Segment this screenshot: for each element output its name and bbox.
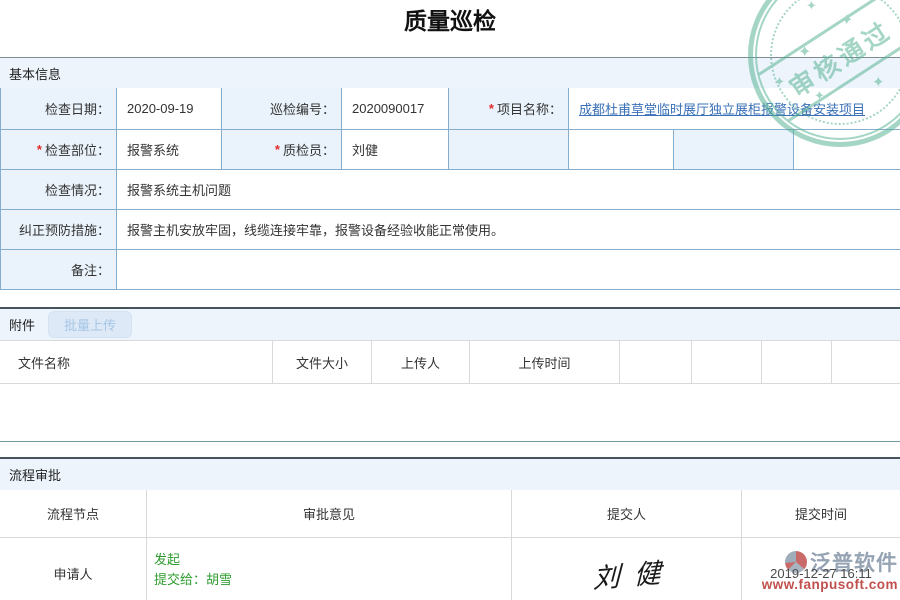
attachments-col-uploader: 上传人	[372, 341, 470, 384]
attachments-col-empty	[832, 341, 900, 384]
attachments-col-filename: 文件名称	[0, 341, 273, 384]
empty-label-cell	[674, 130, 794, 170]
measures-label: 纠正预防措施：	[19, 220, 110, 239]
project-name-label-cell: * 项目名称：	[449, 88, 569, 130]
remark-value-cell	[117, 250, 900, 290]
basic-info-table: 检查日期： 2020-09-19 巡检编号： 2020090017 * 项目名称…	[0, 88, 900, 290]
approval-col-submitter: 提交人	[512, 490, 742, 538]
measures-label-cell: 纠正预防措施：	[1, 210, 117, 250]
required-mark: *	[489, 101, 494, 116]
project-name-label: 项目名称：	[497, 99, 562, 118]
check-date-value: 2020-09-19	[127, 101, 194, 116]
title-bar: 质量巡检	[0, 0, 900, 57]
approval-submitter-cell: 刘健	[512, 538, 742, 600]
attachments-col-upload-time: 上传时间	[470, 341, 620, 384]
patrol-no-label-cell: 巡检编号：	[222, 88, 342, 130]
project-name-link[interactable]: 成都杜甫草堂临时展厅独立展柜报警设备安装项目	[579, 99, 865, 118]
check-date-value-cell: 2020-09-19	[117, 88, 222, 130]
check-date-label: 检查日期：	[45, 99, 110, 118]
attachments-col-empty	[762, 341, 832, 384]
attachments-col-filesize: 文件大小	[273, 341, 372, 384]
attachments-table-header: 文件名称 文件大小 上传人 上传时间	[0, 340, 900, 384]
empty-value-cell	[794, 130, 900, 170]
submit-time: 2019-12-27 16:11	[770, 566, 872, 581]
check-part-value: 报警系统	[127, 140, 179, 159]
approval-table: 流程节点 审批意见 提交人 提交时间 申请人 发起 提交给：胡雪 刘健 2019…	[0, 490, 900, 600]
check-part-label: 检查部位：	[45, 140, 110, 159]
approval-col-opinion: 审批意见	[147, 490, 512, 538]
required-mark: *	[37, 142, 42, 157]
approval-node: 申请人	[53, 564, 92, 583]
approval-col-node: 流程节点	[0, 490, 147, 538]
check-part-value-cell: 报警系统	[117, 130, 222, 170]
required-mark: *	[275, 142, 280, 157]
patrol-no-value: 2020090017	[352, 101, 424, 116]
approval-section-header: 流程审批	[0, 457, 900, 490]
empty-value-cell	[569, 130, 674, 170]
project-name-value-cell: 成都杜甫草堂临时展厅独立展柜报警设备安装项目	[569, 88, 900, 130]
spacer	[0, 442, 900, 457]
attachments-section-title: 附件	[9, 315, 35, 334]
patrol-no-value-cell: 2020090017	[342, 88, 449, 130]
submitter-signature: 刘健	[578, 549, 674, 597]
approval-opinion-action: 发起	[154, 550, 180, 570]
attachments-col-empty	[692, 341, 762, 384]
approval-col-submit-time: 提交时间	[742, 490, 900, 538]
situation-value-cell: 报警系统主机问题	[117, 170, 900, 210]
check-date-label-cell: 检查日期：	[1, 88, 117, 130]
remark-label-cell: 备注：	[1, 250, 117, 290]
situation-label: 检查情况：	[45, 180, 110, 199]
inspector-value-cell: 刘健	[342, 130, 449, 170]
attachments-empty-body	[0, 384, 900, 442]
measures-value: 报警主机安放牢固，线缆连接牢靠，报警设备经验收能正常使用。	[127, 220, 504, 239]
inspector-label-cell: * 质检员：	[222, 130, 342, 170]
inspector-value: 刘健	[352, 140, 378, 159]
page-title: 质量巡检	[404, 0, 496, 57]
approval-opinion-submit-to: 提交给：胡雪	[154, 570, 232, 590]
remark-label: 备注：	[71, 260, 110, 279]
patrol-no-label: 巡检编号：	[270, 99, 335, 118]
measures-value-cell: 报警主机安放牢固，线缆连接牢靠，报警设备经验收能正常使用。	[117, 210, 900, 250]
inspector-label: 质检员：	[283, 140, 335, 159]
approval-section-title: 流程审批	[9, 465, 61, 484]
approval-submit-time-cell: 2019-12-27 16:11	[742, 538, 900, 600]
attachments-section-header: 附件 批量上传	[0, 307, 900, 340]
situation-label-cell: 检查情况：	[1, 170, 117, 210]
empty-label-cell	[449, 130, 569, 170]
basic-info-section-title: 基本信息	[9, 64, 61, 83]
approval-opinion-cell: 发起 提交给：胡雪	[147, 538, 512, 600]
check-part-label-cell: * 检查部位：	[1, 130, 117, 170]
basic-info-section-header: 基本信息	[0, 57, 900, 88]
approval-node-cell: 申请人	[0, 538, 147, 600]
spacer	[0, 290, 900, 307]
attachments-col-empty	[620, 341, 692, 384]
situation-value: 报警系统主机问题	[127, 180, 231, 199]
batch-upload-button[interactable]: 批量上传	[48, 311, 132, 338]
